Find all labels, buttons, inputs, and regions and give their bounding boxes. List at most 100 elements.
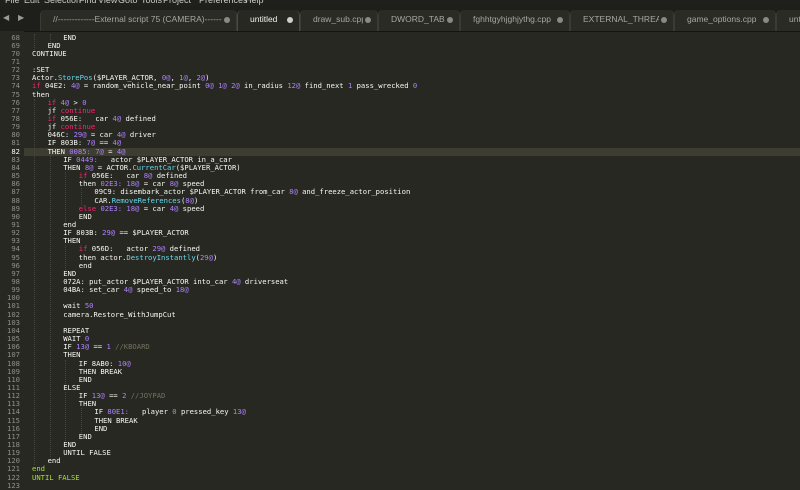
- unsaved-dot-icon[interactable]: [557, 17, 563, 23]
- menu-goto[interactable]: Goto: [118, 0, 138, 5]
- code-token: == $PLAYER_ACTOR: [115, 228, 189, 238]
- code-token: 18@: [175, 285, 189, 295]
- tab-scroll-right-icon[interactable]: ▶: [18, 13, 24, 22]
- tab-label: draw_sub.cpp: [313, 14, 363, 24]
- code-line-content: if 04E2: 4@ = random_vehicle_near_point …: [24, 81, 417, 90]
- tab-5[interactable]: EXTERNAL_THREAD.CPP: [570, 10, 674, 31]
- code-token: //JOYPAD: [130, 391, 166, 401]
- code-line[interactable]: [24, 482, 32, 490]
- code-line-content: 09C9: disembark_actor $PLAYER_ACTOR from…: [24, 187, 410, 196]
- unsaved-dot-icon[interactable]: [661, 17, 667, 23]
- code-token: speed: [178, 203, 205, 213]
- unsaved-dot-icon[interactable]: [224, 17, 230, 23]
- indent-guide: [65, 245, 67, 270]
- code-line-content: THEN: [24, 350, 80, 359]
- code-token: 0: [412, 81, 418, 91]
- tab-0[interactable]: //-------------External script 75 (CAMER…: [40, 10, 237, 31]
- tab-4[interactable]: fghhtgyhjghjythg.cpp: [460, 10, 570, 31]
- code-token: speed_to: [132, 285, 176, 295]
- indent-guide: [80, 188, 82, 205]
- tab-label: fghhtgyhjghjythg.cpp: [473, 14, 551, 24]
- menu-selection[interactable]: Selection: [44, 0, 81, 5]
- menu-preferences[interactable]: Preferences: [199, 0, 248, 5]
- code-token: END: [78, 211, 92, 221]
- tab-label: //-------------External script 75 (CAMER…: [53, 14, 222, 24]
- code-line-content: [24, 481, 32, 490]
- code-token: 4@: [112, 114, 122, 123]
- code-token: end: [78, 260, 92, 270]
- code-token: = car: [139, 203, 170, 213]
- menu-help[interactable]: Help: [245, 0, 264, 5]
- indent-guide: [49, 155, 51, 458]
- code-line[interactable]: UNTIL FALSE: [24, 473, 80, 482]
- code-token: END: [78, 431, 92, 441]
- code-line[interactable]: if 04E2: 4@ = random_vehicle_near_point …: [24, 82, 417, 90]
- menu-project[interactable]: Project: [163, 0, 191, 5]
- code-token: UNTIL FALSE: [63, 448, 111, 458]
- indent-guide: [49, 33, 51, 42]
- code-token: find_next: [300, 81, 348, 91]
- unsaved-dot-icon[interactable]: [763, 17, 769, 23]
- code-token: END: [94, 423, 108, 433]
- code-token: 29@: [102, 228, 116, 238]
- code-editor[interactable]: END END CONTINUE:SET Actor.StorePos($PLAYER…: [24, 31, 800, 485]
- code-token: 12@: [287, 81, 301, 91]
- code-token: 04BA: set_car: [63, 285, 124, 295]
- code-token: END: [63, 32, 77, 42]
- menu-tools[interactable]: Tools: [141, 0, 162, 5]
- code-token: end: [47, 456, 61, 466]
- indent-guide: [65, 392, 67, 441]
- code-token: in_radius: [239, 81, 288, 91]
- code-token: driver: [125, 130, 156, 140]
- tab-2[interactable]: draw_sub.cpp: [300, 10, 378, 31]
- tab-label: game_options.cpp: [687, 14, 757, 24]
- code-token: END: [78, 374, 92, 384]
- tab-7[interactable]: untit: [776, 10, 800, 31]
- code-token: camera.Restore_WithJumpCut: [63, 309, 176, 319]
- menu-view[interactable]: View: [98, 0, 117, 5]
- tab-label: DWORD_TABLE.cpp: [391, 14, 445, 24]
- indent-guide: [80, 408, 82, 433]
- indent-guide: [65, 172, 67, 221]
- menu-file[interactable]: File: [5, 0, 20, 5]
- unsaved-dot-icon[interactable]: [447, 17, 453, 23]
- indent-guide: [34, 98, 35, 466]
- unsaved-dot-icon[interactable]: [287, 17, 293, 23]
- code-token: and_freeze_actor_position: [297, 187, 411, 197]
- tab-label: untit: [789, 14, 800, 24]
- tab-3[interactable]: DWORD_TABLE.cpp: [378, 10, 460, 31]
- code-token: 4@: [70, 81, 80, 91]
- unsaved-dot-icon[interactable]: [365, 17, 371, 23]
- menu-find[interactable]: Find: [79, 0, 97, 5]
- code-token: 02E3:: [100, 203, 123, 213]
- code-token: ==: [104, 391, 123, 401]
- code-token: CONTINUE: [32, 48, 67, 58]
- menu-edit[interactable]: Edit: [24, 0, 40, 5]
- indent-guide: [34, 33, 35, 50]
- tab-label: EXTERNAL_THREAD.CPP: [583, 14, 659, 24]
- tab-label: untitled: [250, 14, 278, 24]
- code-token: //KBOARD: [115, 342, 150, 352]
- sublime-editor-window: File Edit Selection Find View Goto Tools Projec…: [0, 0, 800, 489]
- tab-bar: ◀ ▶ //-------------External script 75 (C…: [0, 6, 800, 32]
- code-token: 0@ 1@ 2@: [205, 81, 240, 91]
- code-token: = random_vehicle_near_point: [79, 81, 206, 91]
- code-token: defined: [121, 114, 156, 123]
- code-token: 29@: [199, 252, 213, 262]
- code-token: ==: [89, 342, 107, 352]
- tab-6[interactable]: game_options.cpp: [674, 10, 776, 31]
- code-line-content: UNTIL FALSE: [24, 473, 80, 482]
- line-number-gutter: 68 69 70 71 72 73 74 75 76 77 78 79 80 81 82 83 84 85 86 87…: [0, 31, 24, 489]
- code-token: DestroyInstantly: [126, 252, 196, 262]
- tab-scroll-left-icon[interactable]: ◀: [3, 13, 9, 22]
- code-token: 8@: [289, 187, 298, 197]
- code-token: 4@: [231, 277, 241, 286]
- code-token: driverseat: [240, 277, 289, 286]
- code-token: ): [212, 252, 218, 262]
- indent-guide: [65, 359, 67, 384]
- code-token: 13@: [232, 407, 246, 417]
- tab-1[interactable]: untitled: [237, 10, 300, 31]
- code-token: 18@: [126, 203, 140, 213]
- code-token: pressed_key: [176, 407, 233, 417]
- line-number: 123: [7, 480, 20, 490]
